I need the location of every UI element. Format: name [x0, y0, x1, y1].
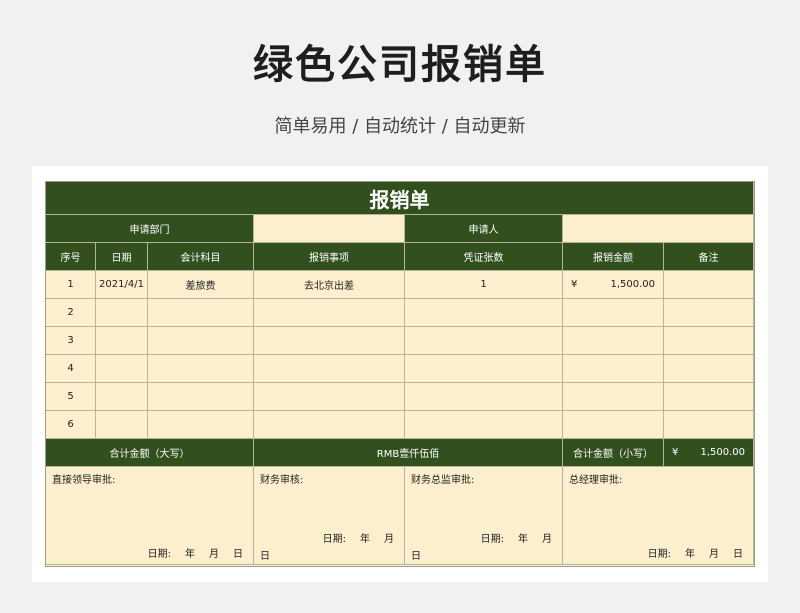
cell-vouchers[interactable] [405, 327, 563, 355]
cell-amount[interactable] [563, 383, 664, 411]
date-part: 日期: [147, 549, 171, 560]
sign-finance-director[interactable]: 财务总监审批: 日期: 年 月日 [405, 467, 563, 565]
signature-label: 财务审核: [260, 475, 304, 486]
currency-symbol: ¥ [571, 279, 578, 290]
cell-date[interactable] [96, 327, 148, 355]
cell-subject[interactable] [148, 355, 254, 383]
page-subtitle: 简单易用 / 自动统计 / 自动更新 [274, 116, 526, 137]
cell-item[interactable] [254, 355, 405, 383]
cell-amount[interactable] [563, 355, 664, 383]
date-part-tail: 日 [411, 551, 421, 562]
cell-no: 4 [46, 355, 96, 383]
cell-amount[interactable] [563, 327, 664, 355]
cell-item[interactable]: 去北京出差 [254, 271, 405, 299]
cell-date[interactable]: 2021/4/1 [96, 271, 148, 299]
cell-note[interactable] [664, 299, 754, 327]
total-upper-value: RMB壹仟伍佰 [254, 439, 563, 467]
date-part: 年 [685, 549, 695, 560]
cell-note[interactable] [664, 327, 754, 355]
sign-finance-review[interactable]: 财务审核: 日期: 年 月日 [254, 467, 405, 565]
date-part: 日期: [480, 534, 504, 545]
expense-form: 报销单 申请部门 申请人 序号 日期 会计科目 报销事项 凭证张数 报销金额 备… [45, 181, 755, 567]
date-part: 年 [518, 534, 528, 545]
cell-vouchers[interactable] [405, 383, 563, 411]
signature-label: 财务总监审批: [411, 475, 475, 486]
total-amount-value: 1,500.00 [700, 447, 745, 458]
cell-no: 6 [46, 411, 96, 439]
cell-item[interactable] [254, 327, 405, 355]
total-upper-label: 合计金额（大写） [46, 439, 254, 467]
date-part: 日期: [322, 534, 346, 545]
header-subject: 会计科目 [148, 243, 254, 271]
header-item: 报销事项 [254, 243, 405, 271]
cell-subject[interactable]: 差旅费 [148, 271, 254, 299]
applicant-label: 申请人 [405, 215, 563, 243]
cell-item[interactable] [254, 383, 405, 411]
cell-amount[interactable]: ¥1,500.00 [563, 271, 664, 299]
date-part: 日期: [647, 549, 671, 560]
cell-subject[interactable] [148, 383, 254, 411]
document-card: 报销单 申请部门 申请人 序号 日期 会计科目 报销事项 凭证张数 报销金额 备… [32, 166, 768, 582]
header-vouchers: 凭证张数 [405, 243, 563, 271]
header-no: 序号 [46, 243, 96, 271]
dept-value-cell[interactable] [254, 215, 405, 243]
cell-note[interactable] [664, 411, 754, 439]
date-part: 年 [185, 549, 195, 560]
cell-note[interactable] [664, 383, 754, 411]
cell-subject[interactable] [148, 411, 254, 439]
sign-direct-leader[interactable]: 直接领导审批: 日期: 年 月 日 [46, 467, 254, 565]
signature-label: 直接领导审批: [52, 475, 116, 486]
cell-no: 1 [46, 271, 96, 299]
cell-item[interactable] [254, 411, 405, 439]
sign-general-manager[interactable]: 总经理审批: 日期: 年 月 日 [563, 467, 754, 565]
signature-date-line: 日期: 年 月 日 [52, 545, 247, 564]
total-lower-label: 合计金额（小写） [563, 439, 664, 467]
cell-no: 3 [46, 327, 96, 355]
date-part-tail: 日 [260, 551, 270, 562]
header-amount: 报销金额 [563, 243, 664, 271]
cell-date[interactable] [96, 411, 148, 439]
applicant-value-cell[interactable] [563, 215, 754, 243]
signature-date-line: 日期: 年 月 日 [569, 545, 747, 564]
cell-vouchers[interactable]: 1 [405, 271, 563, 299]
currency-symbol: ¥ [672, 447, 679, 458]
cell-date[interactable] [96, 299, 148, 327]
signature-label: 总经理审批: [569, 475, 623, 486]
amount-value: 1,500.00 [610, 279, 655, 290]
date-part: 月 [384, 534, 394, 545]
cell-note[interactable] [664, 355, 754, 383]
cell-amount[interactable] [563, 299, 664, 327]
page-title: 绿色公司报销单 [253, 42, 547, 88]
cell-vouchers[interactable] [405, 355, 563, 383]
cell-no: 5 [46, 383, 96, 411]
cell-date[interactable] [96, 383, 148, 411]
date-part: 日 [233, 549, 243, 560]
form-banner: 报销单 [46, 182, 754, 215]
cell-no: 2 [46, 299, 96, 327]
cell-vouchers[interactable] [405, 299, 563, 327]
dept-label: 申请部门 [46, 215, 254, 243]
cell-date[interactable] [96, 355, 148, 383]
cell-vouchers[interactable] [405, 411, 563, 439]
date-part: 月 [542, 534, 552, 545]
header-note: 备注 [664, 243, 754, 271]
total-lower-value: ¥1,500.00 [664, 439, 754, 467]
date-part: 月 [209, 549, 219, 560]
date-part: 年 [360, 534, 370, 545]
cell-subject[interactable] [148, 299, 254, 327]
cell-item[interactable] [254, 299, 405, 327]
cell-amount[interactable] [563, 411, 664, 439]
date-part: 日 [733, 549, 743, 560]
cell-subject[interactable] [148, 327, 254, 355]
date-part: 月 [709, 549, 719, 560]
cell-note[interactable] [664, 271, 754, 299]
header-date: 日期 [96, 243, 148, 271]
